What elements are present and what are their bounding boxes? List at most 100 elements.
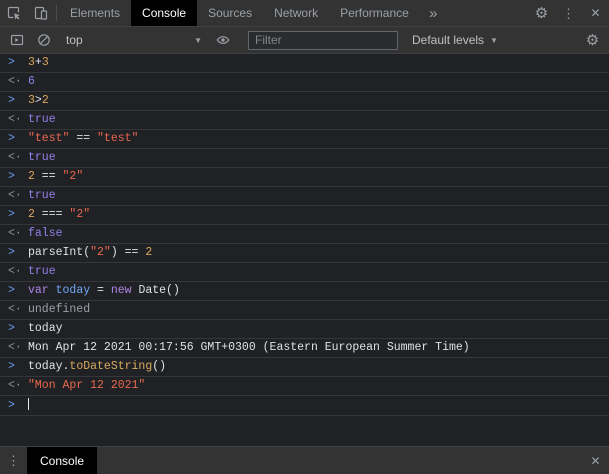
token: () bbox=[152, 360, 167, 373]
token: 3 bbox=[41, 56, 49, 69]
main-tab-bar: Elements Console Sources Network Performance… bbox=[0, 0, 609, 27]
device-toolbar-icon bbox=[34, 6, 47, 20]
output-arrow-icon: <· bbox=[8, 379, 22, 392]
console-input-row: > today bbox=[0, 320, 609, 339]
token: = bbox=[90, 284, 111, 297]
console-message-text: 6 bbox=[28, 75, 601, 89]
live-expression-button[interactable] bbox=[209, 32, 236, 48]
console-sidebar-toggle-button[interactable] bbox=[3, 32, 30, 48]
close-icon: ✕ bbox=[590, 6, 601, 20]
device-toolbar-button[interactable] bbox=[27, 0, 54, 26]
token: "test" bbox=[97, 132, 139, 145]
main-menu-button[interactable]: ⋮ bbox=[555, 0, 582, 26]
token: true bbox=[28, 189, 56, 202]
inspect-cursor-icon bbox=[7, 6, 20, 20]
drawer-spacer bbox=[97, 447, 582, 474]
console-prompt-row[interactable]: > bbox=[0, 396, 609, 416]
prompt-chevron-icon: > bbox=[8, 170, 15, 183]
console-result-row: <· undefined bbox=[0, 301, 609, 320]
clear-console-button[interactable] bbox=[30, 32, 57, 48]
console-output[interactable]: >3+3 <· 6 >3>2 <· true > "test" == "test" <· true… bbox=[0, 54, 609, 446]
console-message-text: 3+3 bbox=[28, 56, 601, 70]
token: Date() bbox=[138, 284, 180, 297]
console-input-row: >3>2 bbox=[0, 92, 609, 111]
text-cursor bbox=[28, 398, 29, 410]
token: ) == bbox=[110, 246, 146, 259]
token: 2 bbox=[145, 246, 153, 259]
prompt-chevron-icon: > bbox=[8, 284, 15, 297]
token: new bbox=[110, 284, 139, 297]
console-message-text: 2 === "2" bbox=[28, 208, 601, 222]
console-settings-button[interactable]: ⚙ bbox=[579, 33, 606, 48]
settings-button[interactable]: ⚙ bbox=[528, 0, 555, 26]
console-message-text: today.toDateString() bbox=[28, 360, 601, 374]
token: undefined bbox=[28, 303, 91, 316]
token: parseInt( bbox=[28, 246, 91, 259]
token: + bbox=[34, 56, 42, 69]
drawer-menu-button[interactable]: ⋮ bbox=[0, 447, 27, 474]
output-arrow-icon: <· bbox=[8, 227, 22, 240]
token: true bbox=[28, 265, 56, 278]
eye-icon bbox=[216, 36, 229, 44]
tab-sources[interactable]: Sources bbox=[197, 0, 263, 26]
prompt-chevron-icon: > bbox=[8, 94, 15, 107]
tab-network[interactable]: Network bbox=[263, 0, 329, 26]
console-result-row: <· 6 bbox=[0, 73, 609, 92]
more-tabs-button[interactable]: » bbox=[420, 0, 447, 26]
token: today bbox=[55, 284, 91, 297]
console-message-text: true bbox=[28, 113, 601, 127]
prompt-chevron-icon: > bbox=[8, 208, 15, 221]
console-message-text: false bbox=[28, 227, 601, 241]
prompt-chevron-icon: > bbox=[8, 246, 15, 259]
tab-performance[interactable]: Performance bbox=[329, 0, 420, 26]
filter-input[interactable] bbox=[248, 30, 398, 50]
output-arrow-icon: <· bbox=[8, 341, 22, 354]
token: 3 bbox=[28, 56, 35, 69]
token: "test" bbox=[28, 132, 70, 145]
token: == bbox=[69, 132, 98, 145]
output-arrow-icon: <· bbox=[8, 303, 22, 316]
console-message-text: Mon Apr 12 2021 00:17:56 GMT+0300 (Easte… bbox=[28, 341, 601, 355]
close-icon: ✕ bbox=[590, 453, 601, 468]
console-message-text bbox=[28, 398, 601, 413]
prompt-chevron-icon: > bbox=[8, 360, 15, 373]
console-input-row: > "test" == "test" bbox=[0, 130, 609, 149]
output-arrow-icon: <· bbox=[8, 75, 22, 88]
inspect-element-button[interactable] bbox=[0, 0, 27, 26]
token: true bbox=[28, 151, 56, 164]
output-arrow-icon: <· bbox=[8, 113, 22, 126]
drawer-close-button[interactable]: ✕ bbox=[582, 447, 609, 474]
drawer-bar: ⋮ Console ✕ bbox=[0, 446, 609, 474]
javascript-context-selector[interactable]: top ▼ bbox=[59, 30, 209, 50]
console-input-row: >2 === "2" bbox=[0, 206, 609, 225]
token: 2 bbox=[28, 170, 35, 183]
token: "Mon Apr 12 2021" bbox=[28, 379, 146, 392]
output-arrow-icon: <· bbox=[8, 189, 22, 202]
console-input-row: >3+3 bbox=[0, 54, 609, 73]
token: today bbox=[28, 322, 63, 335]
close-devtools-button[interactable]: ✕ bbox=[582, 0, 609, 26]
panel-tabs: Elements Console Sources Network Performance bbox=[59, 0, 420, 26]
tab-console[interactable]: Console bbox=[131, 0, 198, 26]
console-message-text: today bbox=[28, 322, 601, 336]
output-arrow-icon: <· bbox=[8, 151, 22, 164]
console-message-text: var today = new Date() bbox=[28, 284, 601, 298]
token: true bbox=[28, 113, 56, 126]
prompt-chevron-icon: > bbox=[8, 132, 15, 145]
token: toDateString bbox=[69, 360, 153, 373]
kebab-menu-icon: ⋮ bbox=[7, 453, 20, 468]
prompt-chevron-icon: > bbox=[8, 399, 15, 412]
console-result-row: <· "Mon Apr 12 2021" bbox=[0, 377, 609, 396]
drawer-tab-console[interactable]: Console bbox=[27, 447, 98, 474]
console-message-text: 3>2 bbox=[28, 94, 601, 108]
chevron-down-icon: ▼ bbox=[194, 35, 202, 45]
tab-elements[interactable]: Elements bbox=[59, 0, 131, 26]
console-message-text: true bbox=[28, 189, 601, 203]
console-result-row: <· Mon Apr 12 2021 00:17:56 GMT+0300 (Eas… bbox=[0, 339, 609, 358]
console-message-text: undefined bbox=[28, 303, 601, 317]
console-message-text: true bbox=[28, 151, 601, 165]
prompt-chevron-icon: > bbox=[8, 322, 15, 335]
log-levels-dropdown[interactable]: Default levels ▼ bbox=[412, 33, 498, 47]
token: == bbox=[34, 170, 63, 183]
gear-icon: ⚙ bbox=[585, 31, 600, 49]
